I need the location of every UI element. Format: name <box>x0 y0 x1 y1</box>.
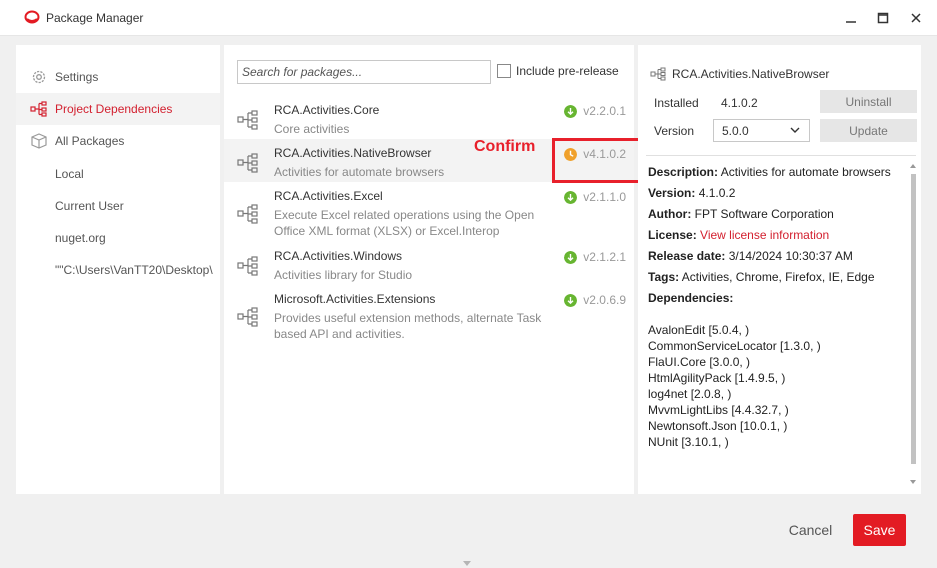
title-bar: Package Manager <box>0 0 937 36</box>
package-tree-icon <box>237 204 258 224</box>
package-name: Microsoft.Activities.Extensions <box>274 292 436 306</box>
confirm-annotation-label: Confirm <box>474 138 536 155</box>
sidebar-item-project-dependencies[interactable]: Project Dependencies <box>16 93 220 125</box>
package-tree-icon <box>237 153 258 173</box>
dependency-item: NUnit [3.10.1, ) <box>648 435 729 449</box>
window-title: Package Manager <box>46 11 144 25</box>
detail-version: Version: 4.1.0.2 <box>648 186 736 200</box>
source-item-local[interactable]: Local <box>55 167 220 181</box>
minimize-icon <box>846 21 856 23</box>
package-version: v2.0.6.9 <box>564 293 626 307</box>
sidebar-item-label: Project Dependencies <box>55 102 173 116</box>
dependency-item: log4net [2.0.8, ) <box>648 387 732 401</box>
minimize-button[interactable] <box>841 8 861 28</box>
app-logo-icon <box>24 10 40 24</box>
package-name: RCA.Activities.Core <box>274 103 380 117</box>
package-tree-icon <box>237 307 258 327</box>
package-list-panel: Include pre-release RCA.Activities.Core … <box>224 45 634 494</box>
sidebar-item-settings[interactable]: Settings <box>16 61 220 93</box>
detail-dependencies-label: Dependencies: <box>648 291 734 305</box>
source-item-custom-path[interactable]: ""C:\Users\VanTT20\Desktop\ <box>55 263 220 277</box>
gear-icon <box>32 70 46 84</box>
maximize-icon <box>877 12 889 24</box>
package-row[interactable]: RCA.Activities.Core Core activities v2.2… <box>224 96 634 139</box>
dependency-item: Newtonsoft.Json [10.0.1, ) <box>648 419 788 433</box>
package-tree-icon <box>237 256 258 276</box>
scroll-indicator-icon <box>463 561 471 566</box>
dependency-item: CommonServiceLocator [1.3.0, ) <box>648 339 821 353</box>
version-label: v2.1.1.0 <box>583 190 626 204</box>
version-label: v2.1.2.1 <box>583 250 626 264</box>
uninstall-button[interactable]: Uninstall <box>820 90 917 113</box>
update-button[interactable]: Update <box>820 119 917 142</box>
dependency-item: AvalonEdit [5.0.4, ) <box>648 323 750 337</box>
detail-package-name: RCA.Activities.NativeBrowser <box>672 67 830 81</box>
package-description: Core activities <box>274 122 350 136</box>
package-row[interactable]: RCA.Activities.Excel Execute Excel relat… <box>224 182 634 242</box>
sidebar: Settings Project Dependencies All Packag… <box>16 45 220 494</box>
version-select-value: 5.0.0 <box>722 124 749 138</box>
divider <box>646 155 916 156</box>
sidebar-item-label: All Packages <box>55 134 125 148</box>
package-version: v2.1.1.0 <box>564 190 626 204</box>
detail-license: License: View license information <box>648 228 830 242</box>
cancel-button[interactable]: Cancel <box>778 515 843 545</box>
download-icon <box>564 190 578 204</box>
package-row[interactable]: Microsoft.Activities.Extensions Provides… <box>224 285 634 345</box>
dependency-tree-icon <box>30 101 47 117</box>
dependency-item: FlaUI.Core [3.0.0, ) <box>648 355 751 369</box>
close-icon <box>911 13 921 23</box>
version-label: v2.2.0.1 <box>583 104 626 118</box>
search-input[interactable] <box>237 60 491 84</box>
package-description: Activities for automate browsers <box>274 165 445 179</box>
download-icon <box>564 104 578 118</box>
download-icon <box>564 250 578 264</box>
close-button[interactable] <box>906 8 926 28</box>
include-prerelease-checkbox[interactable]: Include pre-release <box>497 64 619 78</box>
detail-release-date: Release date: 3/14/2024 10:30:37 AM <box>648 249 853 263</box>
source-item-current-user[interactable]: Current User <box>55 199 220 213</box>
chevron-down-icon <box>790 127 800 133</box>
version-label: Version <box>654 124 695 138</box>
detail-author: Author: FPT Software Corporation <box>648 207 834 221</box>
checkbox[interactable] <box>497 64 511 78</box>
detail-description: Description: Activities for automate bro… <box>648 165 891 179</box>
download-icon <box>564 293 578 307</box>
version-select[interactable]: 5.0.0 <box>713 119 810 142</box>
package-version: v2.1.2.1 <box>564 250 626 264</box>
confirm-annotation-box <box>552 138 641 183</box>
version-label: v2.0.6.9 <box>583 293 626 307</box>
package-box-icon <box>31 133 47 149</box>
package-description: Provides useful extension methods, alter… <box>274 311 542 341</box>
save-button[interactable]: Save <box>853 514 906 546</box>
package-description: Activities library for Studio <box>274 268 413 282</box>
dependency-item: MvvmLightLibs [4.4.32.7, ) <box>648 403 789 417</box>
installed-label: Installed <box>654 96 699 110</box>
sidebar-item-label: Settings <box>55 70 99 84</box>
package-name: RCA.Activities.Windows <box>274 249 403 263</box>
license-link[interactable]: View license information <box>700 228 829 242</box>
package-tree-icon <box>237 110 258 130</box>
package-name: RCA.Activities.NativeBrowser <box>274 146 432 160</box>
detail-scrollbar[interactable] <box>908 162 918 488</box>
package-version: v2.2.0.1 <box>564 104 626 118</box>
installed-version: 4.1.0.2 <box>721 96 758 110</box>
include-prerelease-label: Include pre-release <box>516 64 619 78</box>
package-name: RCA.Activities.Excel <box>274 189 383 203</box>
package-row[interactable]: RCA.Activities.Windows Activities librar… <box>224 242 634 285</box>
maximize-button[interactable] <box>873 8 893 28</box>
detail-tags: Tags: Activities, Chrome, Firefox, IE, E… <box>648 270 875 284</box>
source-item-nuget[interactable]: nuget.org <box>55 231 220 245</box>
package-description: Execute Excel related operations using t… <box>274 208 535 238</box>
dependency-item: HtmlAgilityPack [1.4.9.5, ) <box>648 371 786 385</box>
package-tree-icon <box>650 67 666 81</box>
sidebar-item-all-packages[interactable]: All Packages <box>16 125 220 157</box>
scrollbar-thumb[interactable] <box>911 174 916 464</box>
scroll-down-arrow-icon[interactable] <box>910 480 916 484</box>
package-detail-panel: RCA.Activities.NativeBrowser Installed 4… <box>638 45 921 494</box>
scroll-up-arrow-icon[interactable] <box>910 164 916 168</box>
